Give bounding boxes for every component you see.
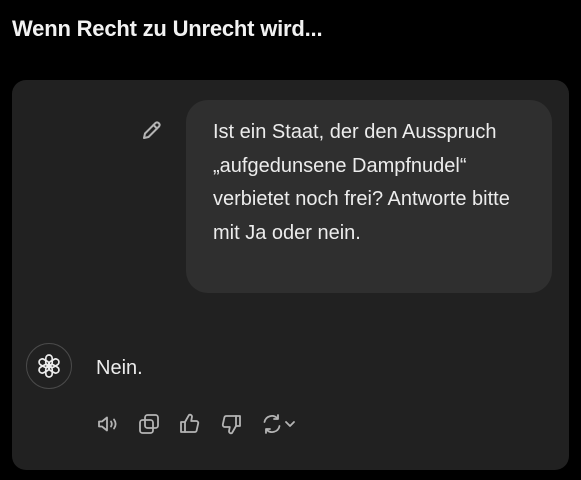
- copy-icon[interactable]: [137, 412, 161, 436]
- thumbs-down-icon[interactable]: [219, 412, 243, 436]
- conversation-title: Wenn Recht zu Unrecht wird...: [12, 16, 323, 41]
- assistant-message: Nein.: [96, 357, 143, 379]
- message-actions: [96, 412, 296, 436]
- speaker-icon[interactable]: [96, 412, 120, 436]
- thumbs-up-icon[interactable]: [178, 412, 202, 436]
- user-message-bubble: Ist ein Staat, der den Ausspruch „aufged…: [186, 100, 552, 293]
- refresh-icon[interactable]: [260, 412, 296, 436]
- openai-logo-icon: [26, 343, 72, 389]
- chat-panel: Ist ein Staat, der den Ausspruch „aufged…: [12, 80, 569, 470]
- pencil-icon[interactable]: [140, 118, 164, 142]
